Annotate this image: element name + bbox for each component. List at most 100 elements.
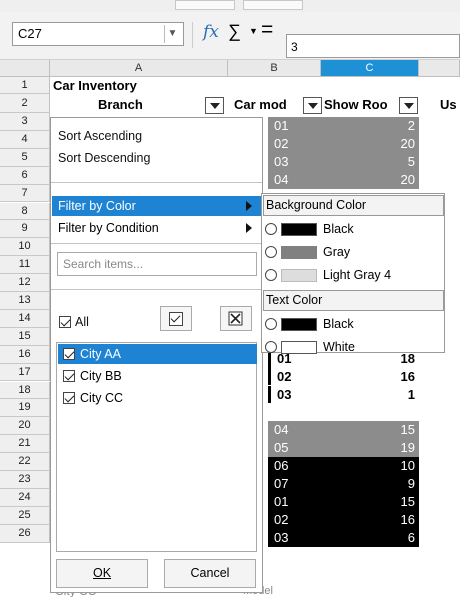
radio-button[interactable] [265,246,277,258]
ok-button[interactable]: OK [56,559,148,588]
showroom-cell[interactable]: 10 [401,457,415,474]
sort-ascending-item[interactable]: Sort Ascending [58,129,142,143]
row-header[interactable]: 11 [0,256,50,275]
check-all-button[interactable] [160,306,192,331]
all-checkbox[interactable] [59,316,71,328]
row-header[interactable]: 8 [0,202,50,221]
search-input[interactable]: Search items... [57,252,257,276]
table-row[interactable]: 04 20 [268,170,419,189]
function-wizard-icon[interactable]: fx [203,22,219,42]
model-cell[interactable]: 03 [274,153,288,170]
model-cell[interactable]: 02 [277,368,291,385]
table-row[interactable]: 06 10 [268,457,419,475]
table-row[interactable]: 03 6 [268,528,419,547]
showroom-cell[interactable]: 20 [401,135,415,152]
sort-descending-item[interactable]: Sort Descending [58,151,150,165]
formula-input[interactable]: 3 [286,34,460,58]
filter-by-color-item[interactable]: Filter by Color [52,196,262,216]
chevron-down-icon[interactable]: ▼ [164,25,180,43]
model-cell[interactable]: 06 [274,457,288,474]
bg-color-black-option[interactable]: Black [263,219,443,240]
radio-button[interactable] [265,341,277,353]
uncheck-all-button[interactable] [220,306,252,331]
model-cell[interactable]: 03 [274,529,288,546]
row-header[interactable]: 17 [0,363,50,382]
bg-color-gray-option[interactable]: Gray [263,242,443,263]
row-header[interactable]: 22 [0,453,50,471]
showroom-cell[interactable]: 2 [408,117,415,134]
table-row[interactable]: 03 1 [268,385,419,404]
row-header[interactable]: 18 [0,381,50,400]
row-header[interactable]: 19 [0,399,50,418]
sheet-title[interactable]: Car Inventory [53,78,137,94]
showroom-cell[interactable]: 9 [408,475,415,492]
filter-by-condition-item[interactable]: Filter by Condition [52,218,262,238]
showroom-cell[interactable]: 15 [401,493,415,510]
table-row[interactable]: 02 16 [268,367,419,386]
row-header[interactable]: 21 [0,435,50,454]
radio-button[interactable] [265,318,277,330]
model-cell[interactable]: 04 [274,421,288,438]
table-row[interactable]: 07 9 [268,475,419,493]
table-row[interactable]: 01 15 [268,492,419,511]
list-item-city-cc[interactable]: City CC [58,388,257,408]
model-cell[interactable]: 01 [274,493,288,510]
column-header-d[interactable] [419,60,460,77]
header-car-model[interactable]: Car mod [234,97,287,113]
showroom-cell[interactable]: 20 [401,171,415,188]
showroom-cell[interactable]: 16 [401,511,415,528]
table-row[interactable]: 03 5 [268,152,419,171]
select-all-corner[interactable] [0,60,50,77]
table-row[interactable]: 02 20 [268,134,419,153]
showroom-cell[interactable]: 16 [401,368,415,385]
name-box[interactable]: C27 ▼ [12,22,184,46]
table-row[interactable]: 01 2 [268,117,419,135]
row-header[interactable]: 15 [0,327,50,346]
text-color-white-option[interactable]: White [263,337,443,358]
row-header[interactable]: 7 [0,184,50,203]
model-cell[interactable]: 05 [274,439,288,456]
row-header[interactable]: 3 [0,113,50,131]
toolbar-control[interactable] [243,0,303,10]
header-branch[interactable]: Branch [98,97,143,113]
table-row[interactable]: 04 15 [268,421,419,440]
column-header-a[interactable]: A [50,60,228,77]
row-header[interactable]: 4 [0,130,50,149]
row-header[interactable]: 26 [0,524,50,543]
header-extra[interactable]: Us [440,97,457,113]
checkbox[interactable] [63,392,75,404]
chevron-down-icon[interactable]: ▼ [249,26,258,36]
row-header[interactable]: 25 [0,506,50,525]
showroom-cell[interactable]: 1 [408,386,415,403]
header-show-room[interactable]: Show Roo [324,97,388,113]
autofilter-dropdown-showroom[interactable] [399,97,418,114]
row-header[interactable]: 6 [0,166,50,185]
row-header[interactable]: 23 [0,471,50,489]
row-header[interactable]: 24 [0,488,50,507]
row-header[interactable]: 14 [0,309,50,328]
column-header-c[interactable]: C [321,60,419,77]
filter-value-list[interactable]: City AA City BB City CC [56,342,257,552]
cancel-button[interactable]: Cancel [164,559,256,588]
radio-button[interactable] [265,269,277,281]
showroom-cell[interactable]: 5 [408,153,415,170]
table-row[interactable]: 05 19 [268,439,419,458]
model-cell[interactable]: 02 [274,511,288,528]
row-header[interactable]: 2 [0,94,50,113]
row-header[interactable]: 20 [0,417,50,436]
checkbox[interactable] [63,348,75,360]
row-header[interactable]: 16 [0,345,50,364]
row-header[interactable]: 9 [0,220,50,239]
table-row[interactable]: 02 16 [268,510,419,529]
list-item-city-aa[interactable]: City AA [58,344,257,364]
row-header[interactable]: 13 [0,292,50,310]
showroom-cell[interactable]: 6 [408,529,415,546]
text-color-black-option[interactable]: Black [263,314,443,335]
row-header[interactable]: 12 [0,274,50,292]
showroom-cell[interactable]: 19 [401,439,415,456]
row-header[interactable]: 5 [0,148,50,167]
checkbox[interactable] [63,370,75,382]
radio-button[interactable] [265,223,277,235]
row-header[interactable]: 1 [0,77,50,94]
autofilter-dropdown-branch[interactable] [205,97,224,114]
